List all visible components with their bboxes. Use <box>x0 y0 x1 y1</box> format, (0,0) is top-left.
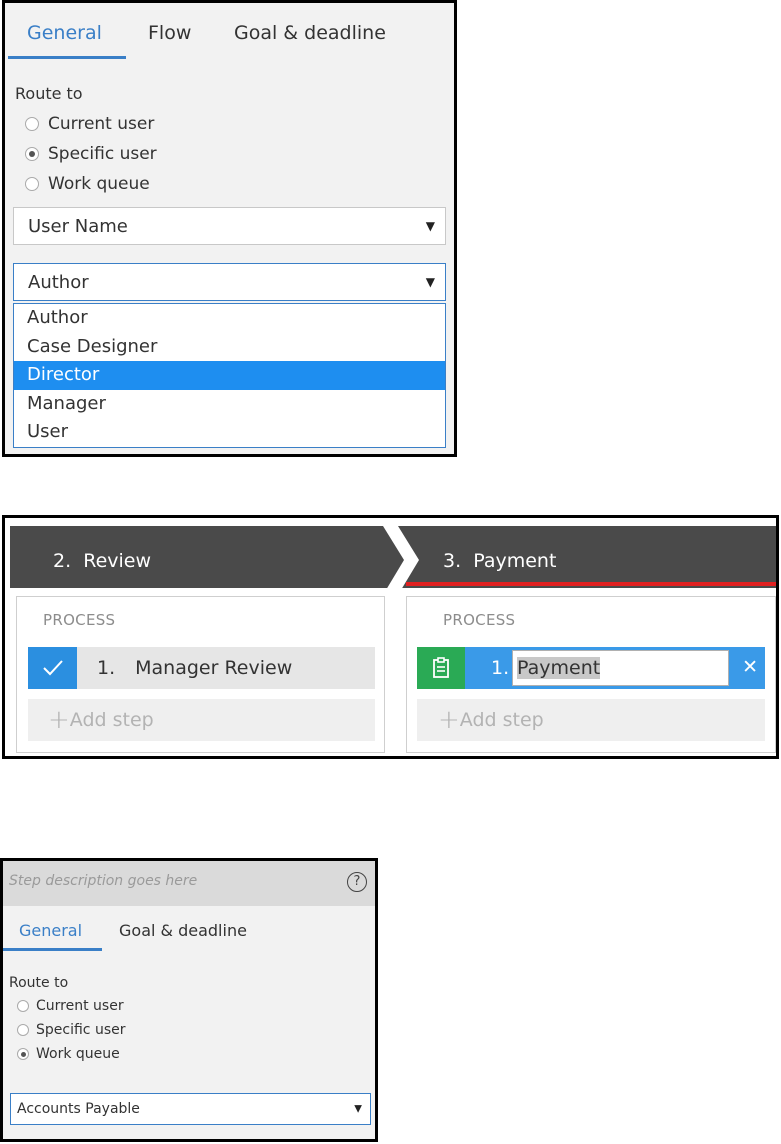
radio-button[interactable] <box>25 147 39 161</box>
radio-label: Work queue <box>48 174 150 194</box>
clipboard-icon <box>417 647 465 689</box>
review-process-box: PROCESS 1. Manager Review + Add step <box>16 596 385 753</box>
route-to-label: Route to <box>15 84 83 103</box>
tab-general[interactable]: General <box>27 22 102 44</box>
plus-icon: + <box>438 705 460 735</box>
stage-name: Payment <box>473 550 557 572</box>
help-icon[interactable]: ? <box>347 872 367 892</box>
radio-button[interactable] <box>17 1048 29 1060</box>
radio-button[interactable] <box>17 1000 29 1012</box>
dropdown-option-author[interactable]: Author <box>14 304 445 333</box>
dropdown-caret-icon: ▼ <box>425 219 435 233</box>
radio-label: Current user <box>48 114 155 134</box>
step-number: 1. <box>97 657 116 679</box>
dropdown-option-manager[interactable]: Manager <box>14 390 445 419</box>
step-number: 1. <box>491 657 510 679</box>
radio-label: Work queue <box>36 1046 120 1062</box>
plus-icon: + <box>48 705 70 735</box>
radio-specific-user[interactable]: Specific user <box>17 1022 125 1038</box>
active-stage-underline <box>406 582 776 586</box>
step-name-input-value: Payment <box>517 657 601 679</box>
step-config-panel-specific-user: General Flow Goal & deadline Route to Cu… <box>2 0 457 457</box>
step-description-placeholder: Step description goes here <box>9 873 198 889</box>
dropdown-option-case-designer[interactable]: Case Designer <box>14 333 445 362</box>
radio-specific-user[interactable]: Specific user <box>25 144 157 164</box>
radio-button[interactable] <box>25 177 39 191</box>
add-step-button[interactable]: + Add step <box>28 699 375 741</box>
case-stages-panel: 2. Review 3. Payment PROCESS 1. Manager … <box>2 515 779 759</box>
add-step-label: Add step <box>459 709 544 731</box>
work-queue-select[interactable]: Accounts Payable ▼ <box>10 1093 371 1125</box>
radio-current-user[interactable]: Current user <box>17 998 124 1014</box>
step-name: Manager Review <box>135 657 293 679</box>
close-icon[interactable]: ✕ <box>742 656 758 678</box>
stage-review-title[interactable]: 2. Review <box>53 550 151 572</box>
step-name-input[interactable]: Payment <box>512 650 729 686</box>
radio-label: Specific user <box>48 144 157 164</box>
dropdown-caret-icon: ▼ <box>354 1103 362 1115</box>
user-select-value: Author <box>28 271 89 293</box>
radio-work-queue[interactable]: Work queue <box>17 1046 120 1062</box>
stage-payment-title[interactable]: 3. Payment <box>443 550 556 572</box>
stage-number: 2. <box>53 550 72 572</box>
checkmark-icon <box>28 647 77 689</box>
tab-goal-deadline[interactable]: Goal & deadline <box>234 22 386 44</box>
user-type-select[interactable]: User Name ▼ <box>13 207 446 245</box>
radio-label: Specific user <box>36 1022 126 1038</box>
payment-process-box: PROCESS 1. ✕ Payment + Add step <box>406 596 776 753</box>
radio-button[interactable] <box>17 1024 29 1036</box>
radio-current-user[interactable]: Current user <box>25 114 154 134</box>
active-tab-underline <box>8 56 126 59</box>
process-label: PROCESS <box>43 611 116 629</box>
user-select[interactable]: Author ▼ <box>13 263 446 301</box>
user-dropdown-list: Author Case Designer Director Manager Us… <box>13 303 446 448</box>
radio-button[interactable] <box>25 117 39 131</box>
step-manager-review[interactable]: 1. Manager Review <box>28 647 375 689</box>
stage-number: 3. <box>443 550 462 572</box>
tab-general[interactable]: General <box>19 921 82 940</box>
tab-flow[interactable]: Flow <box>148 22 191 44</box>
radio-label: Current user <box>36 998 124 1014</box>
add-step-label: Add step <box>69 709 154 731</box>
active-tab-underline <box>3 948 102 951</box>
step-config-panel-work-queue: Step description goes here ? General Goa… <box>0 858 378 1142</box>
work-queue-select-value: Accounts Payable <box>17 1101 140 1117</box>
stage-name: Review <box>83 550 152 572</box>
user-type-select-value: User Name <box>28 215 128 237</box>
process-label: PROCESS <box>443 611 516 629</box>
tab-goal-deadline[interactable]: Goal & deadline <box>119 921 247 940</box>
route-to-label: Route to <box>9 975 69 991</box>
step-description-bar[interactable]: Step description goes here ? <box>3 861 375 906</box>
dropdown-option-user[interactable]: User <box>14 418 445 447</box>
add-step-button[interactable]: + Add step <box>417 699 765 741</box>
dropdown-caret-icon: ▼ <box>425 275 435 289</box>
dropdown-option-director[interactable]: Director <box>14 361 445 390</box>
radio-work-queue[interactable]: Work queue <box>25 174 150 194</box>
